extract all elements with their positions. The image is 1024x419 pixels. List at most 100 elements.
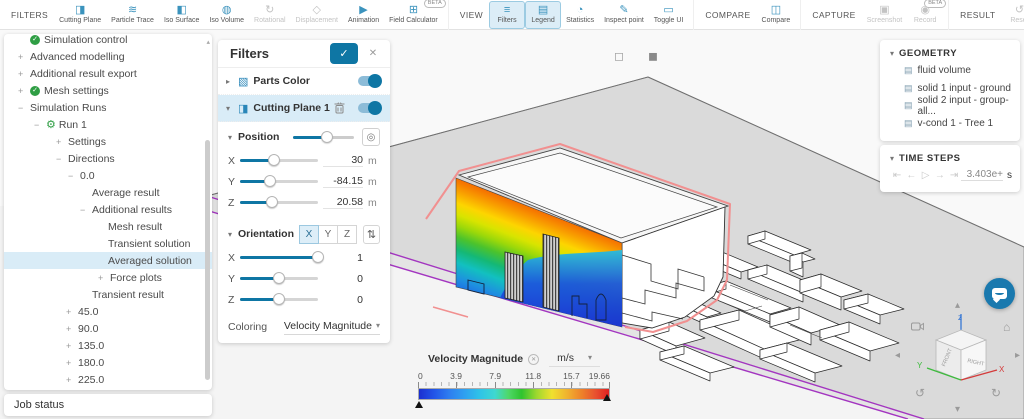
slider-knob[interactable] [312,251,324,263]
field-calculator-button[interactable]: BETA⊞Field Calculator [384,1,443,29]
orientation-x-button[interactable]: X [299,225,319,244]
legend-color-bar[interactable] [418,388,610,400]
play-icon[interactable]: ▷ [919,170,933,181]
record-button[interactable]: BETA◉Record [907,1,943,29]
iso-volume-button[interactable]: ◍Iso Volume [204,1,249,29]
slider-knob[interactable] [264,175,276,187]
expander-icon[interactable]: − [18,103,30,113]
previous-step-icon[interactable]: ← [904,170,918,181]
orientation-z-slider[interactable] [240,298,318,301]
tree-item-90-0[interactable]: +90.0 [4,320,212,337]
slider-knob[interactable] [266,196,278,208]
legend-toggle-button[interactable]: ▤Legend [525,1,561,29]
inspect-point-button[interactable]: ✎Inspect point [599,1,649,29]
expander-icon[interactable]: − [56,154,68,164]
tree-item-mesh-result[interactable]: Mesh result [4,218,212,235]
statistics-button[interactable]: ◔Statistics [561,1,599,29]
expander-icon[interactable]: + [18,69,30,79]
geometry-item-fluid-volume[interactable]: ▤fluid volume [880,62,1020,80]
pan-down-icon[interactable]: ▾ [955,404,960,415]
tree-item-225-0[interactable]: +225.0 [4,371,212,388]
tree-item-transient-result[interactable]: Transient result [4,286,212,303]
chevron-down-icon[interactable]: ▾ [890,49,894,58]
chevron-down-icon[interactable]: ▾ [228,230,238,239]
position-z-slider[interactable] [240,201,318,204]
chevron-down-icon[interactable]: ▾ [228,133,238,142]
solid-view-button[interactable]: ◼ [640,44,666,68]
tree-item-settings[interactable]: +Settings [4,133,212,150]
reset-button[interactable]: ↺Reset [1001,1,1024,29]
pan-up-icon[interactable]: ▴ [955,300,960,311]
next-step-icon[interactable]: → [933,170,947,181]
tree-item-simulation-runs[interactable]: −Simulation Runs [4,99,212,116]
position-x-slider[interactable] [240,159,318,162]
chevron-down-icon[interactable]: ▾ [890,154,894,163]
tree-item-135-0[interactable]: +135.0 [4,337,212,354]
support-chat-button[interactable] [984,278,1015,309]
tree-item-mesh-settings[interactable]: +✓Mesh settings [4,82,212,99]
tree-item-45-0[interactable]: +45.0 [4,303,212,320]
tree-item-0-0[interactable]: −0.0 [4,167,212,184]
flip-normal-button[interactable]: ⇅ [363,225,380,244]
remove-field-icon[interactable]: ✕ [528,354,539,365]
rotational-button[interactable]: ↻Rotational [249,1,291,29]
orientation-z-value[interactable]: 0 [323,294,363,306]
tree-item-averaged-solution[interactable]: Averaged solution [4,252,212,269]
orientation-z-button[interactable]: Z [337,225,357,244]
position-section-header[interactable]: ▾ Position ◎ [218,124,390,150]
parts-color-row[interactable]: ▸ ▧ Parts Color [218,68,390,95]
orientation-section-header[interactable]: ▾ Orientation X Y Z ⇅ [218,221,390,247]
tree-item-directions[interactable]: −Directions [4,150,212,167]
expander-icon[interactable]: + [18,86,30,96]
chevron-right-icon[interactable]: ▸ [226,77,236,86]
filters-toggle-button[interactable]: ≡Filters [489,1,525,29]
apply-button[interactable]: ✓ [330,43,358,64]
pan-right-icon[interactable]: ▸ [1015,350,1020,361]
particle-trace-button[interactable]: ≋Particle Trace [106,1,159,29]
animation-button[interactable]: ▶Animation [343,1,384,29]
expander-icon[interactable]: − [34,120,46,130]
unit-dropdown[interactable]: m/s ▾ [549,352,600,367]
iso-surface-button[interactable]: ◧Iso Surface [159,1,204,29]
geometry-item-solid-2[interactable]: ▤solid 2 input - group-all... [880,97,1020,115]
orientation-x-slider[interactable] [240,256,318,259]
navigation-cube[interactable]: z FRONT RIGHT X Y [915,312,1007,390]
toggle-ui-button[interactable]: ▭Toggle UI [649,1,689,29]
coloring-dropdown[interactable]: Velocity Magnitude ▾ [284,320,380,335]
orientation-y-button[interactable]: Y [318,225,338,244]
range-max-handle[interactable] [603,394,611,401]
position-y-slider[interactable] [240,180,318,183]
screenshot-button[interactable]: ▣Screenshot [862,1,907,29]
position-master-slider[interactable] [293,136,354,139]
job-status-bar[interactable]: Job status [4,394,212,416]
expander-icon[interactable]: + [66,358,78,368]
expander-icon[interactable]: + [66,307,78,317]
expander-icon[interactable]: + [66,324,78,334]
close-button[interactable]: ✕ [364,45,382,63]
pick-point-button[interactable]: ◎ [362,128,380,146]
expander-icon[interactable]: − [80,205,92,215]
time-step-value[interactable]: 3.403e+ [961,169,1003,181]
expander-icon[interactable]: − [68,171,80,181]
orientation-x-value[interactable]: 1 [323,252,363,264]
expander-icon[interactable]: + [56,137,68,147]
parts-color-toggle[interactable] [358,76,380,86]
tree-item-180-0[interactable]: +180.0 [4,354,212,371]
expander-icon[interactable]: + [18,52,30,62]
geometry-header[interactable]: ▾ GEOMETRY [880,44,1020,62]
tree-item-simulation-control[interactable]: ✓Simulation control [4,34,212,48]
compare-button[interactable]: ◫Compare [757,1,796,29]
chevron-down-icon[interactable]: ▾ [226,104,236,113]
orientation-y-slider[interactable] [240,277,318,280]
tree-item-additional-results[interactable]: −Additional results [4,201,212,218]
slider-knob[interactable] [321,131,333,143]
tree-item-average-result[interactable]: Average result [4,184,212,201]
geometry-item-v-cond-1[interactable]: ▤v-cond 1 - Tree 1 [880,115,1020,133]
scroll-up-icon[interactable]: ▴ [206,38,210,46]
tree-item-run-1[interactable]: −⚙Run 1 [4,116,212,133]
slider-knob[interactable] [268,154,280,166]
cutting-plane-toggle[interactable] [358,103,380,113]
tree-item-additional-result-export[interactable]: +Additional result export [4,65,212,82]
range-min-handle[interactable] [415,401,423,408]
expander-icon[interactable]: + [66,375,78,385]
